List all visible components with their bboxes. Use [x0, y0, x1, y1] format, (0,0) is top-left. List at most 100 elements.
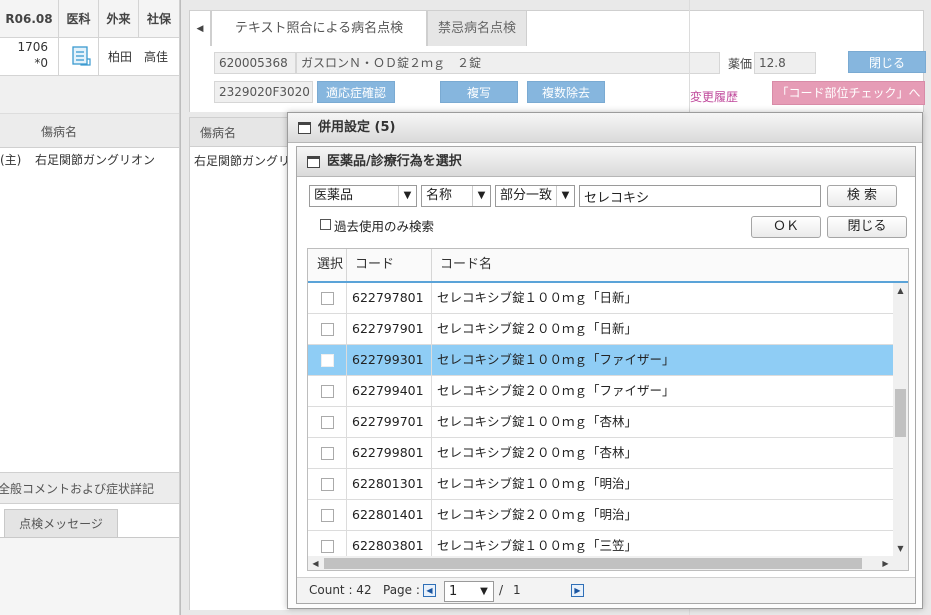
tab-text-match[interactable]: テキスト照合による病名点検	[211, 10, 427, 46]
multi-delete-button[interactable]: 複数除去	[527, 81, 605, 103]
table-row[interactable]: 622799801 セレコキシブ錠２００ｍｇ「杏林」	[308, 438, 893, 469]
patient-id: 1706	[17, 40, 48, 54]
search-button[interactable]: 検 索	[827, 185, 897, 207]
table-row[interactable]: 622799301 セレコキシブ錠１００ｍｇ「ファイザー」	[308, 345, 893, 376]
chevron-down-icon[interactable]: ▼	[398, 186, 416, 206]
doctor-name: 柏田	[108, 50, 133, 64]
table-row[interactable]: 622797801 セレコキシブ錠１００ｍｇ「日新」	[308, 283, 893, 314]
row-checkbox[interactable]	[321, 292, 334, 305]
doctor-name-2: 高佳	[144, 50, 169, 64]
horizontal-scrollbar[interactable]: ◀ ▶	[308, 556, 893, 570]
page-next-icon[interactable]: ▶	[571, 584, 584, 597]
select-cell	[308, 283, 347, 313]
drug-info-area: 620005368 ガスロンＮ・ＯＤ錠２ｍｇ ２錠 薬価 12.8 閉じる 23…	[189, 46, 926, 112]
result-count: Count : 42	[309, 583, 372, 597]
field-select[interactable]: 名称 ▼	[421, 185, 491, 207]
code-cell: 622799801	[347, 438, 432, 468]
drug-code: 620005368	[214, 52, 296, 74]
note-icon[interactable]	[71, 46, 91, 66]
chevron-down-icon[interactable]: ▼	[556, 186, 574, 206]
match-select[interactable]: 部分一致 ▼	[495, 185, 575, 207]
table-body: 622797801 セレコキシブ錠１００ｍｇ「日新」 622797901 セレコ…	[308, 283, 893, 556]
column-header-code[interactable]: コード	[347, 249, 432, 281]
scroll-corner	[893, 556, 908, 570]
select-cell	[308, 469, 347, 499]
page-select[interactable]: 1 ▼	[444, 581, 494, 602]
tab-strip-filler	[527, 10, 924, 46]
row-checkbox[interactable]	[321, 323, 334, 336]
name-cell: セレコキシブ錠２００ｍｇ「杏林」	[437, 445, 638, 460]
name-cell: セレコキシブ錠２００ｍｇ「日新」	[437, 321, 638, 336]
field-select-value: 名称	[426, 188, 453, 203]
row-checkbox[interactable]	[321, 385, 334, 398]
row-checkbox[interactable]	[321, 478, 334, 491]
tab-check-messages[interactable]: 点検メッセージ	[4, 509, 118, 537]
close-dialog-button[interactable]: 閉じる	[827, 216, 907, 238]
combination-dialog-title: 併用設定 (5)	[318, 120, 396, 135]
copy-button[interactable]: 複写	[440, 81, 518, 103]
table-row[interactable]: 622801401 セレコキシブ錠２００ｍｇ「明治」	[308, 500, 893, 531]
horizontal-scroll-thumb[interactable]	[324, 558, 862, 569]
message-area	[0, 537, 179, 615]
patient-id-sub: *0	[34, 56, 48, 70]
type-select[interactable]: 医薬品 ▼	[309, 185, 417, 207]
select-cell	[308, 345, 347, 375]
patient-panel: R06.08 医科 外来 社保 1706 *0 柏田 高佳 傷病名 (主) 右足…	[0, 0, 180, 615]
note-cell[interactable]	[59, 38, 99, 76]
combination-dialog-titlebar[interactable]: 併用設定 (5)	[288, 113, 922, 143]
name-cell: セレコキシブ錠１００ｍｇ「ファイザー」	[437, 352, 675, 367]
indication-check-button[interactable]: 適応症確認	[317, 81, 395, 103]
scroll-right-icon[interactable]: ▶	[878, 556, 893, 570]
table-row[interactable]: 622797901 セレコキシブ錠２００ｍｇ「日新」	[308, 314, 893, 345]
chevron-down-icon[interactable]: ▼	[475, 582, 493, 601]
table-row[interactable]: 622799701 セレコキシブ錠１００ｍｇ「杏林」	[308, 407, 893, 438]
select-dialog-title: 医薬品/診療行為を選択	[327, 154, 462, 169]
code-cell: 622797901	[347, 314, 432, 344]
insurance-cell: 社保	[139, 0, 179, 38]
comment-section-header[interactable]: 全般コメントおよび症状詳記	[0, 472, 179, 504]
vertical-scrollbar[interactable]: ▲ ▼	[893, 283, 908, 556]
row-checkbox[interactable]	[321, 540, 334, 553]
scroll-down-icon[interactable]: ▼	[893, 541, 908, 556]
window-icon	[298, 122, 311, 134]
row-checkbox[interactable]	[321, 509, 334, 522]
close-button[interactable]: 閉じる	[848, 51, 926, 73]
scroll-left-icon[interactable]: ◀	[308, 556, 323, 570]
table-row[interactable]: 622801301 セレコキシブ錠１００ｍｇ「明治」	[308, 469, 893, 500]
drug-name: ガスロンＮ・ＯＤ錠２ｍｇ ２錠	[296, 52, 720, 74]
ok-button[interactable]: ＯＫ	[751, 216, 821, 238]
code-cell: 622801301	[347, 469, 432, 499]
vertical-scroll-thumb[interactable]	[895, 389, 906, 437]
search-input[interactable]	[579, 185, 821, 207]
combination-settings-dialog: 併用設定 (5) 医薬品/診療行為を選択 医薬品 ▼ 名称 ▼ 部分一致 ▼ 検…	[287, 112, 923, 609]
column-header-select[interactable]: 選択	[308, 249, 347, 281]
past-only-checkbox[interactable]	[320, 219, 331, 230]
price-label: 薬価	[728, 57, 753, 71]
code-cell: 622801401	[347, 500, 432, 530]
dept-cell: 医科	[59, 0, 99, 38]
table-row[interactable]: 622799401 セレコキシブ錠２００ｍｇ「ファイザー」	[308, 376, 893, 407]
page-select-value: 1	[449, 584, 458, 599]
code-cell: 622799401	[347, 376, 432, 406]
row-checkbox[interactable]	[321, 354, 334, 367]
row-checkbox[interactable]	[321, 416, 334, 429]
tab-scroll-left[interactable]: ◀	[189, 10, 211, 46]
doctor-cell: 柏田 高佳	[99, 38, 179, 76]
code-cell: 622803801	[347, 531, 432, 556]
scroll-up-icon[interactable]: ▲	[893, 283, 908, 298]
page-prev-icon[interactable]: ◀	[423, 584, 436, 597]
change-history-link[interactable]: 変更履歴	[690, 88, 738, 105]
search-area: 医薬品 ▼ 名称 ▼ 部分一致 ▼ 検 索 過去使用のみ検索 ＯＫ 閉じる	[305, 183, 909, 243]
left-disease-row[interactable]: (主) 右足関節ガングリオン	[0, 148, 179, 172]
page-label: Page :	[383, 583, 420, 597]
main-disease-row[interactable]: 右足関節ガングリ	[194, 152, 290, 169]
select-dialog-titlebar[interactable]: 医薬品/診療行為を選択	[297, 147, 915, 177]
column-header-name[interactable]: コード名	[432, 249, 908, 281]
code-site-check-button[interactable]: 「コード部位チェック」へ	[772, 81, 925, 105]
row-checkbox[interactable]	[321, 447, 334, 460]
date-cell: R06.08	[0, 0, 59, 38]
table-row[interactable]: 622803801 セレコキシブ錠１００ｍｇ「三笠」	[308, 531, 893, 556]
chevron-down-icon[interactable]: ▼	[472, 186, 490, 206]
tab-contraindication[interactable]: 禁忌病名点検	[427, 10, 527, 46]
select-cell	[308, 314, 347, 344]
